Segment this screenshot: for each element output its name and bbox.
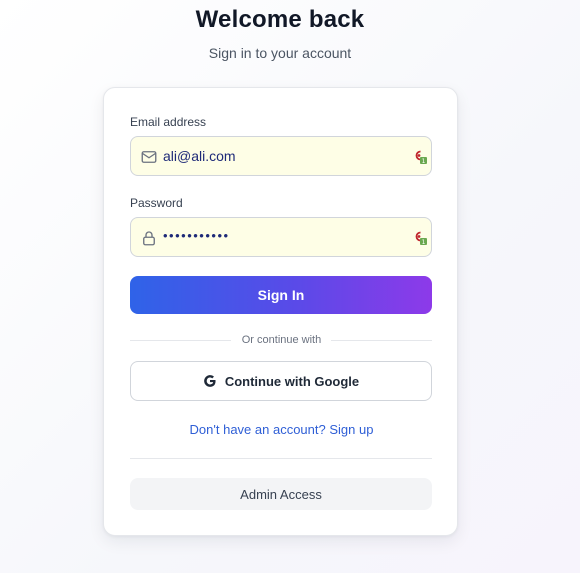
email-value: ali@ali.com [163,148,236,164]
password-manager-badge: 1 [422,158,426,165]
sign-in-button[interactable]: Sign In [130,276,432,314]
mail-icon [141,151,157,163]
password-manager-badge: 1 [422,239,426,246]
google-button-label: Continue with Google [224,373,360,389]
google-icon [203,375,216,387]
password-value: ••••••••••• [163,228,230,243]
google-signin-button[interactable]: Continue with Google [130,361,432,401]
password-manager-icon[interactable]: 1 [412,148,428,166]
password-manager-icon[interactable]: 1 [412,229,428,247]
page-subtitle: Sign in to your account [208,45,352,61]
password-field[interactable]: ••••••••••• 1 [130,217,432,257]
email-field[interactable]: ali@ali.com 1 [130,136,432,176]
password-label: Password [130,196,183,210]
lock-icon [143,231,155,246]
section-divider [130,458,432,459]
page-title: Welcome back [195,6,365,33]
login-card: Email address ali@ali.com 1 Password •••… [103,87,458,536]
sign-up-link[interactable]: Don't have an account? Sign up [104,422,459,437]
admin-access-button[interactable]: Admin Access [130,478,432,510]
divider-line-right [331,340,432,341]
email-label: Email address [130,115,207,129]
